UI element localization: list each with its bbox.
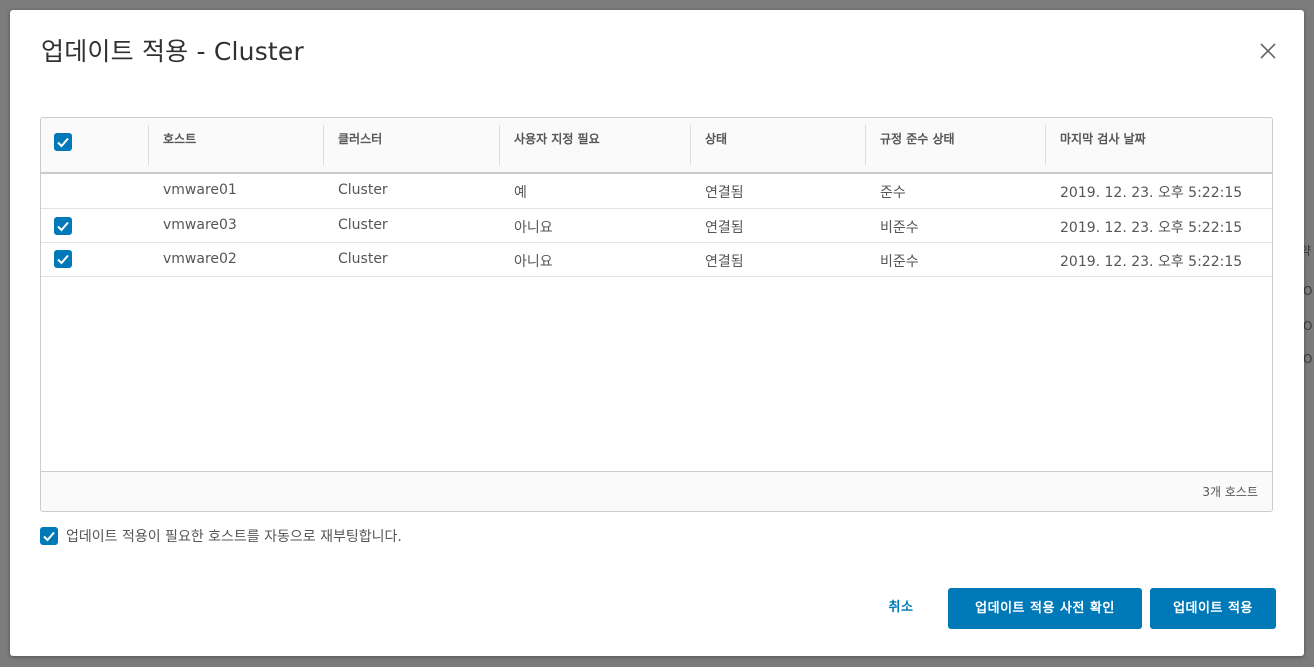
datagrid-header: 호스트 클러스터 사용자 지정 필요 상태 규정 준수 상태 마지막 검사 날짜 <box>41 118 1272 174</box>
checkmark-icon <box>57 254 69 265</box>
remediate-dialog: 업데이트 적용 - Cluster 호스트 클러스터 사용자 지정 필요 상태 … <box>10 10 1304 656</box>
cell-cluster: Cluster <box>338 251 388 267</box>
auto-reboot-label[interactable]: 업데이트 적용이 필요한 호스트를 자동으로 재부팅합니다. <box>66 526 402 546</box>
datagrid-footer: 3개 호스트 <box>41 471 1272 511</box>
cell-status: 연결됨 <box>705 254 744 270</box>
column-separator <box>148 125 149 165</box>
checkmark-icon <box>57 137 69 148</box>
background-text-fragment: O <box>1303 284 1313 298</box>
cell-last-scan: 2019. 12. 23. 오후 5:22:15 <box>1060 185 1243 201</box>
cell-custom-required: 예 <box>514 185 527 201</box>
cell-cluster: Cluster <box>338 182 388 198</box>
table-row[interactable]: vmware01 Cluster 예 연결됨 준수 2019. 12. 23. … <box>41 174 1272 209</box>
column-header-status[interactable]: 상태 <box>705 130 727 147</box>
precheck-button[interactable]: 업데이트 적용 사전 확인 <box>948 588 1142 629</box>
cell-cluster: Cluster <box>338 217 388 233</box>
cell-compliance: 준수 <box>880 185 906 201</box>
cell-last-scan: 2019. 12. 23. 오후 5:22:15 <box>1060 220 1243 236</box>
cell-compliance: 비준수 <box>880 220 919 236</box>
cancel-button[interactable]: 취소 <box>872 588 930 628</box>
column-separator <box>1045 125 1046 165</box>
checkmark-icon <box>43 531 55 542</box>
column-header-last-scan[interactable]: 마지막 검사 날짜 <box>1060 130 1146 147</box>
cell-host: vmware01 <box>163 182 237 198</box>
row-checkbox[interactable] <box>54 250 72 268</box>
dialog-title: 업데이트 적용 - Cluster <box>41 37 304 66</box>
column-separator <box>499 125 500 165</box>
cell-last-scan: 2019. 12. 23. 오후 5:22:15 <box>1060 254 1243 270</box>
background-text-fragment: O <box>1303 352 1313 366</box>
host-count: 3개 호스트 <box>1202 485 1258 499</box>
apply-button[interactable]: 업데이트 적용 <box>1150 588 1276 629</box>
table-row[interactable]: vmware03 Cluster 아니요 연결됨 비준수 2019. 12. 2… <box>41 209 1272 243</box>
table-row[interactable]: vmware02 Cluster 아니요 연결됨 비준수 2019. 12. 2… <box>41 243 1272 277</box>
cell-host: vmware03 <box>163 217 237 233</box>
cell-compliance: 비준수 <box>880 254 919 270</box>
column-header-host[interactable]: 호스트 <box>163 130 196 147</box>
close-button[interactable] <box>1257 40 1279 62</box>
auto-reboot-checkbox[interactable] <box>40 527 58 545</box>
hosts-datagrid: 호스트 클러스터 사용자 지정 필요 상태 규정 준수 상태 마지막 검사 날짜… <box>40 117 1273 512</box>
select-all-checkbox[interactable] <box>54 133 72 151</box>
column-separator <box>865 125 866 165</box>
cell-status: 연결됨 <box>705 220 744 236</box>
cell-custom-required: 아니요 <box>514 220 553 236</box>
cell-host: vmware02 <box>163 251 237 267</box>
column-header-cluster[interactable]: 클러스터 <box>338 130 382 147</box>
close-icon <box>1260 43 1276 59</box>
background-text-fragment: O <box>1303 319 1313 333</box>
column-separator <box>690 125 691 165</box>
checkmark-icon <box>57 221 69 232</box>
column-header-custom-required[interactable]: 사용자 지정 필요 <box>514 130 600 147</box>
row-checkbox[interactable] <box>54 217 72 235</box>
cell-status: 연결됨 <box>705 185 744 201</box>
column-separator <box>323 125 324 165</box>
cell-custom-required: 아니요 <box>514 254 553 270</box>
column-header-compliance[interactable]: 규정 준수 상태 <box>880 130 955 147</box>
